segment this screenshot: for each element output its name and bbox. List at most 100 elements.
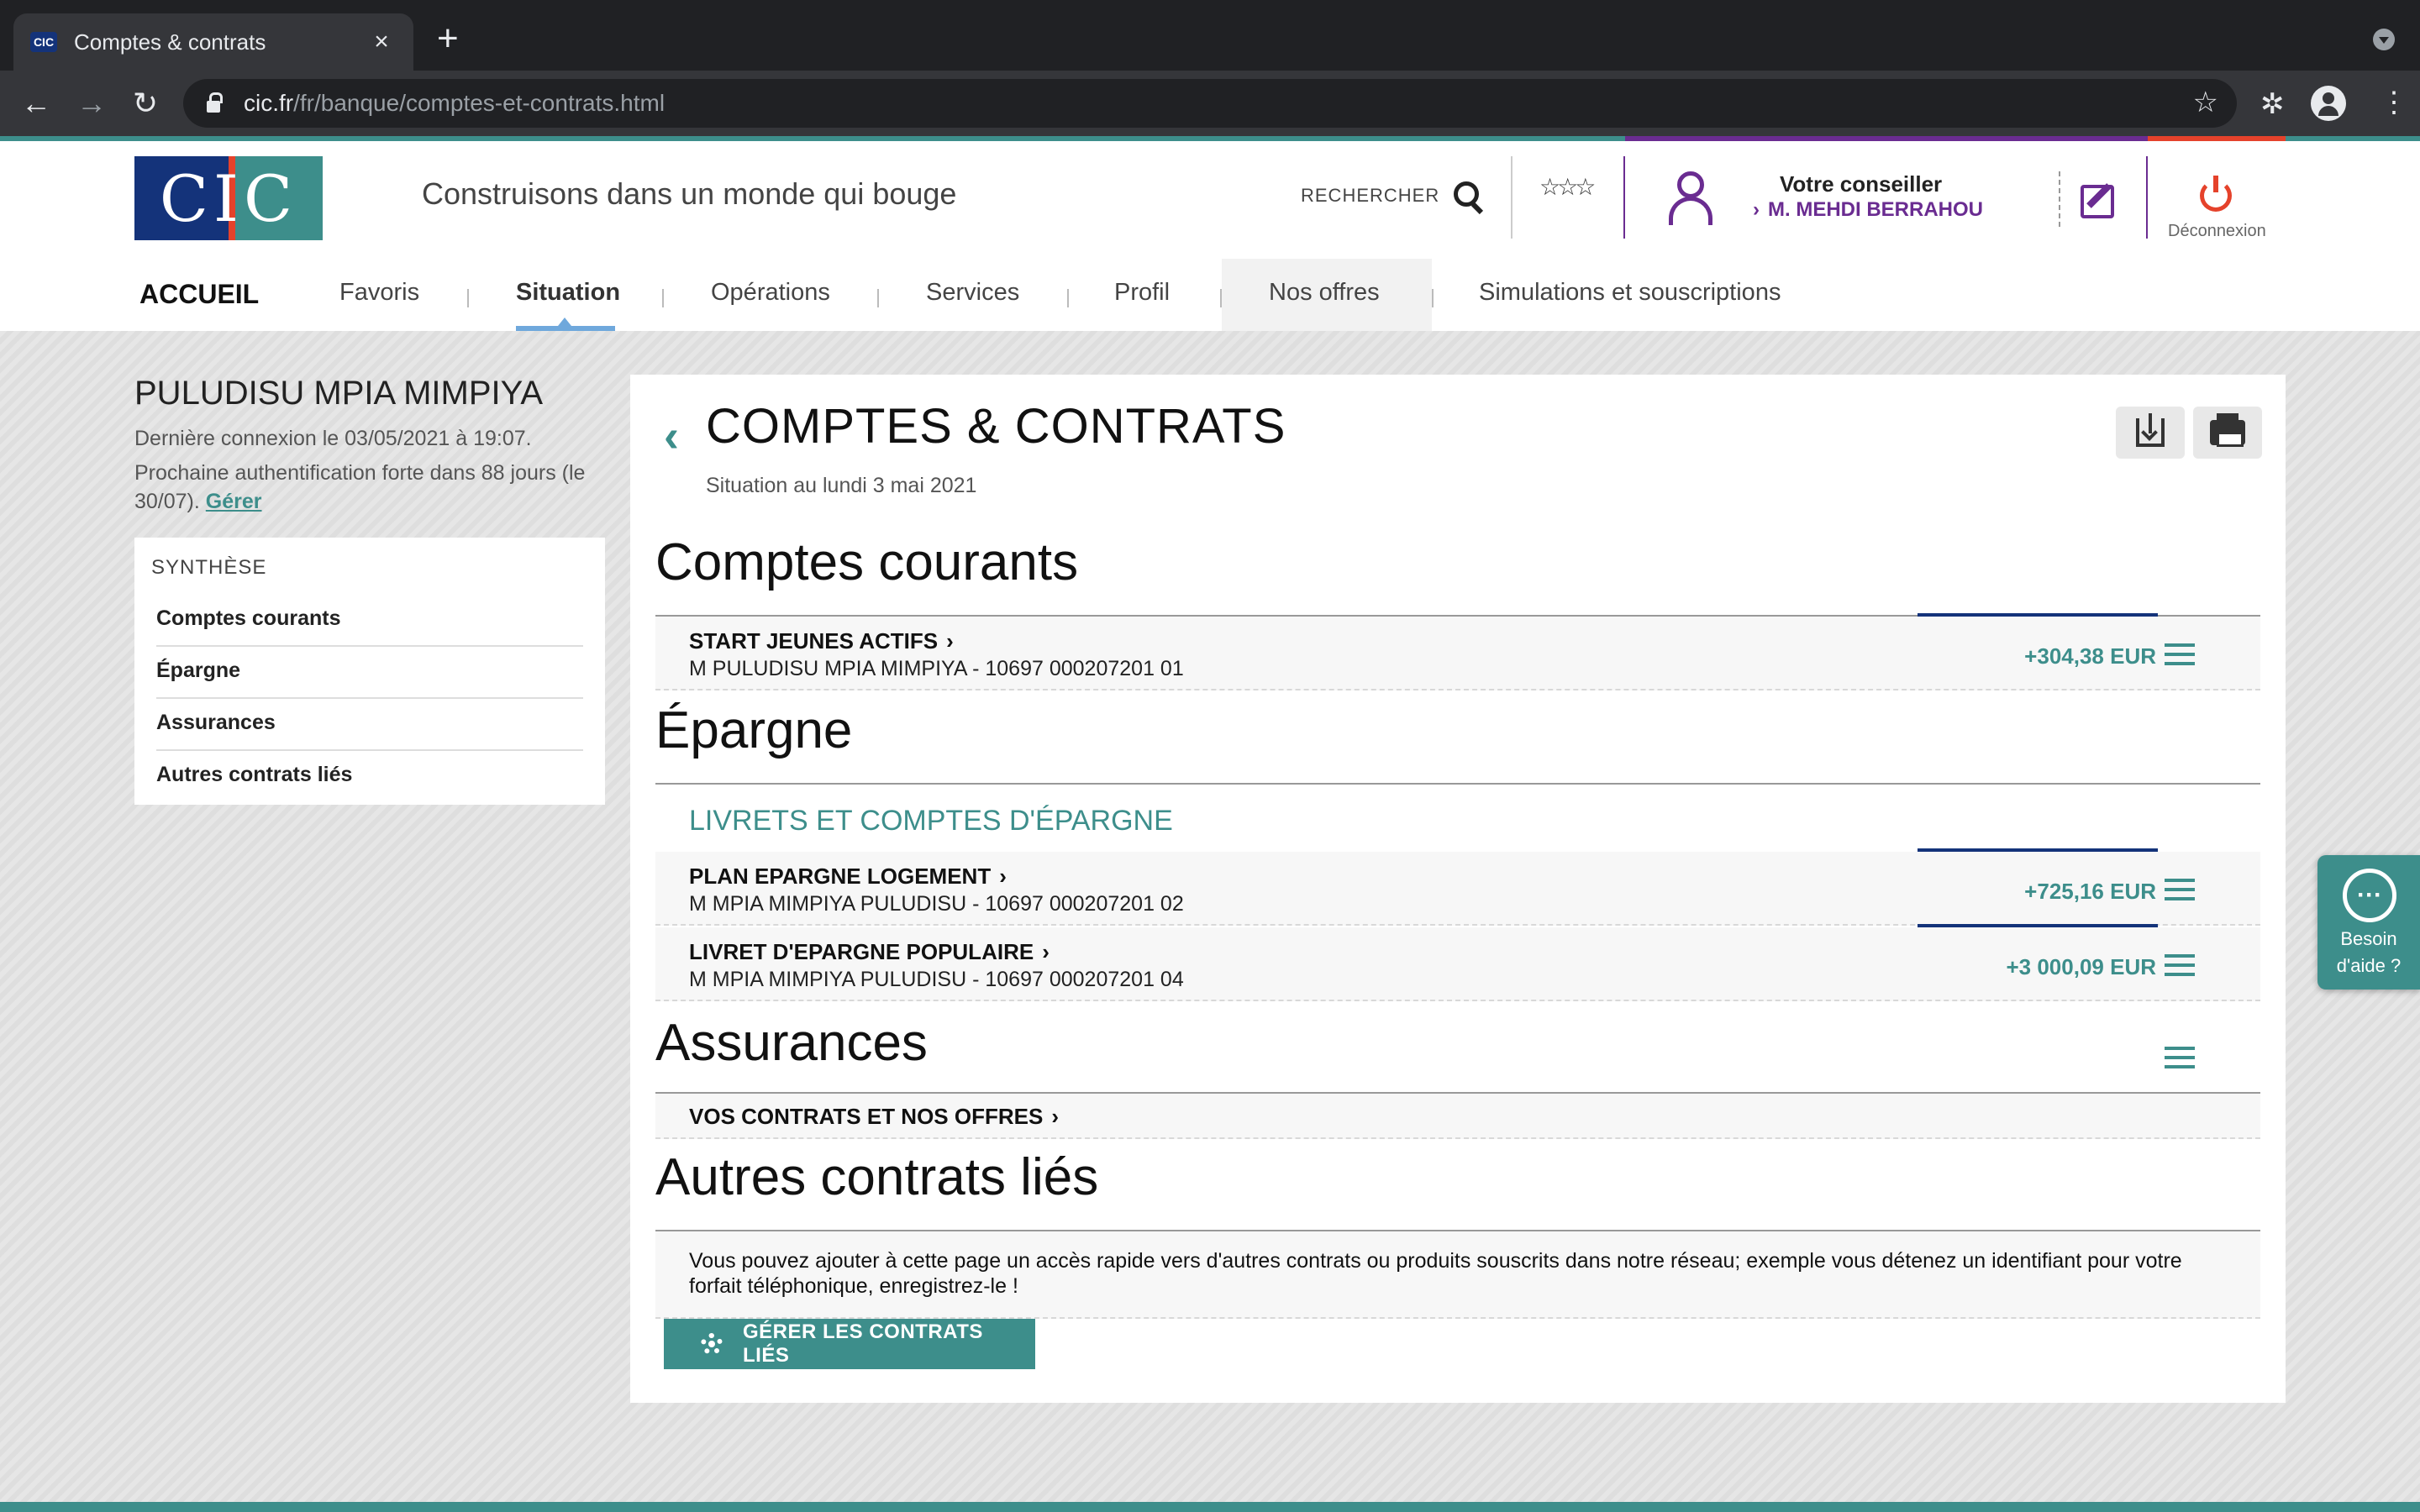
footer-accent-bar — [0, 1502, 2420, 1512]
nav-separator — [1220, 289, 1222, 307]
tab-search-icon[interactable] — [2373, 29, 2395, 50]
nav-nos-offres[interactable]: Nos offres — [1269, 279, 1380, 307]
address-bar[interactable]: cic.fr/fr/banque/comptes-et-contrats.htm… — [183, 79, 2237, 128]
main-navigation: ACCUEIL Favoris Situation Opérations Ser… — [0, 259, 2420, 331]
nav-separator — [662, 289, 664, 307]
section-heading-autres-contrats: Autres contrats liés — [655, 1148, 1099, 1206]
chevron-right-icon: › — [1051, 1104, 1059, 1129]
favorites-stars-icon[interactable]: ☆☆☆ — [1539, 173, 1596, 201]
sidebar-item-epargne[interactable]: Épargne — [156, 647, 583, 699]
chevron-right-icon: › — [1042, 939, 1050, 964]
account-balance: +725,16 EUR — [2024, 879, 2156, 904]
advisor-name-link[interactable]: › M. MEHDI BERRAHOU — [1753, 198, 1983, 222]
account-menu-icon[interactable] — [2165, 879, 2195, 900]
new-tab-icon[interactable]: + — [437, 20, 459, 57]
synthesis-title: SYNTHÈSE — [151, 556, 267, 579]
account-number: M PULUDISU MPIA MIMPIYA - 10697 00020720… — [689, 657, 1184, 680]
account-name[interactable]: PLAN EPARGNE LOGEMENT › — [689, 864, 1007, 890]
nav-favoris[interactable]: Favoris — [339, 279, 419, 307]
account-balance: +304,38 EUR — [2024, 643, 2156, 669]
amount-header-bar — [1918, 848, 2158, 852]
download-icon — [2136, 413, 2165, 447]
tab-close-icon[interactable]: × — [366, 28, 397, 56]
cic-favicon-icon: CIC — [30, 32, 57, 52]
print-button[interactable] — [2193, 407, 2262, 459]
reload-icon[interactable]: ↻ — [124, 82, 166, 124]
profile-avatar-icon[interactable] — [2311, 86, 2346, 121]
tab-title: Comptes & contrats — [74, 29, 266, 55]
nav-situation[interactable]: Situation — [516, 279, 620, 307]
nav-operations[interactable]: Opérations — [711, 279, 830, 307]
insurance-row[interactable]: VOS CONTRATS ET NOS OFFRES › — [655, 1094, 2260, 1139]
lock-icon — [207, 92, 223, 113]
nav-separator — [467, 289, 469, 307]
printer-icon — [2210, 413, 2245, 447]
browser-tabbar: CIC Comptes & contrats × + — [0, 0, 2420, 71]
browser-menu-icon[interactable]: ⋮ — [2380, 87, 2408, 118]
account-name[interactable]: START JEUNES ACTIFS › — [689, 628, 954, 654]
accounts-panel: ‹ COMPTES & CONTRATS Situation au lundi … — [630, 375, 2286, 1403]
section-heading-assurances: Assurances — [655, 1014, 928, 1072]
account-name[interactable]: LIVRET D'EPARGNE POPULAIRE › — [689, 939, 1050, 965]
cic-logo[interactable]: CIC — [134, 156, 323, 240]
gear-icon — [701, 1333, 723, 1355]
section-heading-comptes-courants: Comptes courants — [655, 533, 1079, 591]
header-divider — [1623, 156, 1625, 239]
advisor-title: Votre conseiller — [1780, 171, 1943, 197]
account-number: M MPIA MIMPIYA PULUDISU - 10697 00020720… — [689, 968, 1184, 991]
manage-linked-contracts-button[interactable]: GÉRER LES CONTRATS LIÉS — [664, 1319, 1035, 1369]
user-name: PULUDISU MPIA MIMPIYA — [134, 375, 544, 412]
account-row[interactable]: PLAN EPARGNE LOGEMENT › M MPIA MIMPIYA PU… — [655, 852, 2260, 926]
insurance-link[interactable]: VOS CONTRATS ET NOS OFFRES › — [689, 1104, 1059, 1130]
browser-tab[interactable]: CIC Comptes & contrats × — [13, 13, 413, 71]
power-logout-icon[interactable] — [2200, 176, 2232, 212]
savings-subheading: LIVRETS ET COMPTES D'ÉPARGNE — [689, 805, 1173, 837]
chevron-right-icon: › — [946, 628, 954, 654]
chevron-right-icon: › — [999, 864, 1007, 889]
nav-active-caret — [558, 318, 571, 326]
back-chevron-icon[interactable]: ‹ — [664, 410, 679, 462]
url-text: cic.fr/fr/banque/comptes-et-contrats.htm… — [244, 90, 666, 116]
extensions-puzzle-icon[interactable]: ✲ — [2260, 87, 2285, 121]
bookmark-star-icon[interactable]: ☆ — [2193, 86, 2218, 119]
insurance-menu-icon[interactable] — [2165, 1047, 2195, 1068]
nav-separator — [877, 289, 879, 307]
page-title: COMPTES & CONTRATS — [706, 399, 1286, 454]
back-arrow-icon[interactable]: ← — [15, 82, 57, 124]
help-chat-widget[interactable]: ··· Besoin d'aide ? — [2317, 855, 2420, 990]
manage-auth-link[interactable]: Gérer — [206, 490, 262, 513]
chevron-right-icon: › — [1753, 198, 1760, 221]
sidebar-item-autres-contrats[interactable]: Autres contrats liés — [156, 751, 583, 803]
account-number: M MPIA MIMPIYA PULUDISU - 10697 00020720… — [689, 892, 1184, 916]
last-login-text: Dernière connexion le 03/05/2021 à 19:07… — [134, 427, 532, 450]
section-heading-epargne: Épargne — [655, 701, 853, 759]
nav-profil[interactable]: Profil — [1114, 279, 1170, 307]
search-icon[interactable] — [1454, 181, 1479, 207]
nav-simulations[interactable]: Simulations et souscriptions — [1479, 279, 1781, 307]
search-label[interactable]: RECHERCHER — [1301, 185, 1439, 207]
header-divider — [2146, 156, 2148, 239]
nav-services[interactable]: Services — [926, 279, 1019, 307]
situation-date: Situation au lundi 3 mai 2021 — [706, 474, 977, 497]
logout-label[interactable]: Déconnexion — [2168, 222, 2266, 241]
forward-arrow-icon[interactable]: → — [71, 82, 113, 124]
advisor-user-icon[interactable] — [1667, 171, 1714, 225]
download-button[interactable] — [2116, 407, 2185, 459]
account-menu-icon[interactable] — [2165, 643, 2195, 665]
header-divider — [2059, 171, 2060, 227]
edit-pencil-icon[interactable] — [2081, 185, 2114, 218]
nav-separator — [1067, 289, 1069, 307]
help-label: Besoin d'aide ? — [2336, 928, 2402, 976]
header-divider — [1511, 156, 1512, 239]
strong-auth-text: Prochaine authentification forte dans 88… — [134, 461, 586, 513]
section-divider — [655, 783, 2260, 785]
sidebar-item-assurances[interactable]: Assurances — [156, 699, 583, 751]
account-row[interactable]: START JEUNES ACTIFS › M PULUDISU MPIA MIM… — [655, 617, 2260, 690]
chat-bubble-icon: ··· — [2343, 869, 2396, 922]
nav-home[interactable]: ACCUEIL — [139, 279, 259, 310]
synthesis-panel: SYNTHÈSE Comptes courants Épargne Assura… — [134, 538, 605, 805]
account-menu-icon[interactable] — [2165, 954, 2195, 976]
account-balance: +3 000,09 EUR — [2006, 954, 2156, 979]
sidebar-item-comptes-courants[interactable]: Comptes courants — [156, 595, 583, 647]
account-row[interactable]: LIVRET D'EPARGNE POPULAIRE › M MPIA MIMPI… — [655, 927, 2260, 1001]
